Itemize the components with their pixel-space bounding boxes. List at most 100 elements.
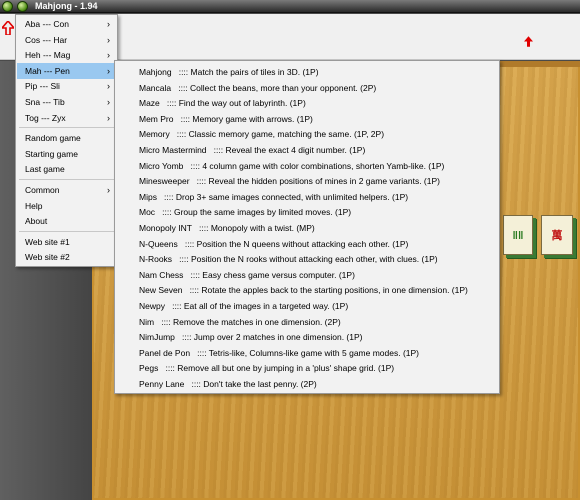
game-description: :::: Easy chess game versus computer. (1… bbox=[190, 269, 355, 280]
chevron-right-icon: › bbox=[107, 185, 110, 195]
game-menu-item[interactable]: Newpy :::: Eat all of the images in a ta… bbox=[116, 298, 498, 314]
app-orb-icon[interactable] bbox=[2, 1, 13, 12]
game-menu-item[interactable]: Nam Chess :::: Easy chess game versus co… bbox=[116, 267, 498, 283]
game-menu-item[interactable]: N-Queens :::: Position the N queens with… bbox=[116, 236, 498, 252]
game-menu-item[interactable]: Mancala :::: Collect the beans, more tha… bbox=[116, 80, 498, 96]
up-arrow-icon-2[interactable] bbox=[524, 36, 533, 47]
game-name: Mem Pro bbox=[139, 113, 174, 124]
game-name: N-Queens bbox=[139, 238, 178, 249]
game-menu-item[interactable]: Mahjong :::: Match the pairs of tiles in… bbox=[116, 64, 498, 80]
game-menu-item[interactable]: Penny Lane :::: Don't take the last penn… bbox=[116, 376, 498, 392]
game-name: Maze bbox=[139, 98, 160, 109]
game-name: Newpy bbox=[139, 301, 165, 311]
menu-item-label: Sna --- Tib bbox=[25, 97, 65, 107]
game-menu-item[interactable]: Micro Mastermind :::: Reveal the exact 4… bbox=[116, 142, 498, 158]
game-name: Memory bbox=[139, 129, 170, 140]
chevron-right-icon: › bbox=[107, 34, 110, 45]
game-menu-item[interactable]: Monopoly INT :::: Monopoly with a twist.… bbox=[116, 220, 498, 236]
menu-item-misc-0[interactable]: Common › bbox=[17, 182, 116, 198]
up-arrow-icon[interactable] bbox=[2, 21, 14, 35]
game-description: :::: Reveal the exact 4 digit number. (1… bbox=[213, 145, 366, 155]
game-name: Micro Yomb bbox=[139, 160, 184, 171]
main-menu: Aba --- Con › Cos --- Har › Heh --- Mag › Mah … bbox=[15, 14, 118, 267]
game-description: :::: Remove all but one by jumping in a … bbox=[165, 363, 395, 374]
game-menu-item[interactable]: Mem Pro :::: Memory game with arrows. (1… bbox=[116, 111, 498, 127]
game-menu-item[interactable]: Nim :::: Remove the matches in one dimen… bbox=[116, 314, 498, 330]
chevron-right-icon: › bbox=[107, 19, 110, 29]
game-name: New Seven bbox=[139, 285, 183, 296]
game-description: :::: Reveal the hidden positions of mine… bbox=[196, 176, 440, 187]
game-description: :::: Rotate the apples back to the start… bbox=[189, 285, 468, 296]
game-name: N-Rooks bbox=[139, 254, 173, 265]
menu-separator bbox=[19, 179, 114, 180]
menu-item-label: Mah --- Pen bbox=[25, 65, 70, 76]
game-name: NimJump bbox=[139, 332, 175, 343]
game-menu-item[interactable]: N-Rooks :::: Position the N rooks withou… bbox=[116, 251, 498, 267]
menu-item-group-5[interactable]: Sna --- Tib › bbox=[17, 94, 116, 110]
chevron-right-icon: › bbox=[107, 81, 110, 92]
menu-item-link-0[interactable]: Web site #1 bbox=[17, 234, 116, 250]
game-description: :::: Don't take the last penny. (2P) bbox=[191, 379, 317, 389]
game-menu-item[interactable]: Minesweeper :::: Reveal the hidden posit… bbox=[116, 173, 498, 189]
menu-item-action-1[interactable]: Starting game bbox=[17, 146, 116, 162]
game-description: :::: Monopoly with a twist. (MP) bbox=[199, 223, 315, 233]
menu-item-label: Last game bbox=[25, 164, 65, 175]
window-title: Mahjong - 1.94 bbox=[35, 1, 98, 11]
game-menu-item[interactable]: Memory :::: Classic memory game, matchin… bbox=[116, 126, 498, 142]
menu-item-label: Aba --- Con bbox=[25, 19, 69, 29]
menu-item-link-1[interactable]: Web site #2 bbox=[17, 249, 116, 265]
menu-item-label: Web site #2 bbox=[25, 252, 70, 263]
game-description: :::: Drop 3+ same images connected, with… bbox=[164, 191, 409, 202]
menu-item-action-0[interactable]: Random game bbox=[17, 130, 116, 146]
menu-item-label: Pip --- Sli bbox=[25, 81, 60, 92]
game-description: :::: Find the way out of labyrinth. (1P) bbox=[166, 98, 306, 109]
menu-item-action-2[interactable]: Last game bbox=[17, 161, 116, 177]
menu-separator bbox=[19, 127, 114, 129]
game-menu-item[interactable]: Panel de Pon :::: Tetris-like, Columns-l… bbox=[116, 345, 498, 361]
chevron-right-icon: › bbox=[107, 65, 110, 76]
game-name: Moc bbox=[139, 207, 156, 218]
menu-item-group-2[interactable]: Heh --- Mag › bbox=[17, 47, 116, 63]
game-description: :::: Jump over 2 matches in one dimensio… bbox=[182, 332, 363, 343]
mahjong-tile-bamboo[interactable]: ‖‖ bbox=[503, 215, 533, 255]
game-name: Mips bbox=[139, 191, 157, 202]
menu-item-label: Web site #1 bbox=[25, 236, 70, 247]
menu-item-label: Cos --- Har bbox=[25, 34, 68, 45]
game-description: :::: Memory game with arrows. (1P) bbox=[180, 113, 313, 124]
game-menu-item[interactable]: Mips :::: Drop 3+ same images connected,… bbox=[116, 189, 498, 205]
game-name: Penny Lane bbox=[139, 379, 185, 389]
menu-item-label: Help bbox=[25, 200, 43, 211]
game-name: Mancala bbox=[139, 82, 172, 93]
game-menu-item[interactable]: Micro Yomb :::: 4 column game with color… bbox=[116, 158, 498, 174]
menu-item-label: Common bbox=[25, 185, 60, 195]
app-orb-icon-2[interactable] bbox=[17, 1, 28, 12]
games-submenu: Mahjong :::: Match the pairs of tiles in… bbox=[114, 60, 500, 394]
game-name: Micro Mastermind bbox=[139, 145, 207, 155]
menu-item-misc-2[interactable]: About bbox=[17, 213, 116, 229]
menu-separator bbox=[19, 230, 114, 232]
game-menu-item[interactable]: Moc :::: Group the same images by limite… bbox=[116, 204, 498, 220]
game-menu-item[interactable]: Pegs :::: Remove all but one by jumping … bbox=[116, 360, 498, 376]
game-description: :::: Collect the beans, more than your o… bbox=[178, 82, 377, 93]
chevron-right-icon: › bbox=[107, 97, 110, 107]
game-name: Minesweeper bbox=[139, 176, 190, 187]
game-menu-item[interactable]: Maze :::: Find the way out of labyrinth.… bbox=[116, 95, 498, 111]
game-description: :::: Remove the matches in one dimension… bbox=[161, 316, 341, 327]
menu-item-label: About bbox=[25, 216, 48, 227]
menu-item-group-0[interactable]: Aba --- Con › bbox=[17, 16, 116, 32]
game-menu-item[interactable]: NimJump :::: Jump over 2 matches in one … bbox=[116, 329, 498, 345]
game-description: :::: Position the N queens without attac… bbox=[184, 238, 409, 249]
game-menu-item[interactable]: New Seven :::: Rotate the apples back to… bbox=[116, 282, 498, 298]
menu-item-group-1[interactable]: Cos --- Har › bbox=[17, 32, 116, 48]
menu-item-group-4[interactable]: Pip --- Sli › bbox=[17, 78, 116, 94]
game-name: Nim bbox=[139, 316, 155, 327]
menu-item-label: Starting game bbox=[25, 148, 78, 159]
game-name: Mahjong bbox=[139, 67, 172, 77]
menu-item-group-3[interactable]: Mah --- Pen › bbox=[17, 62, 116, 79]
game-description: :::: Group the same images by limited mo… bbox=[162, 207, 352, 218]
mahjong-tile-character[interactable]: 萬 bbox=[541, 215, 573, 255]
menu-item-label: Random game bbox=[25, 133, 81, 144]
menu-item-label: Heh --- Mag bbox=[25, 50, 71, 61]
menu-item-misc-1[interactable]: Help bbox=[17, 198, 116, 214]
menu-item-group-6[interactable]: Tog --- Zyx › bbox=[17, 110, 116, 126]
